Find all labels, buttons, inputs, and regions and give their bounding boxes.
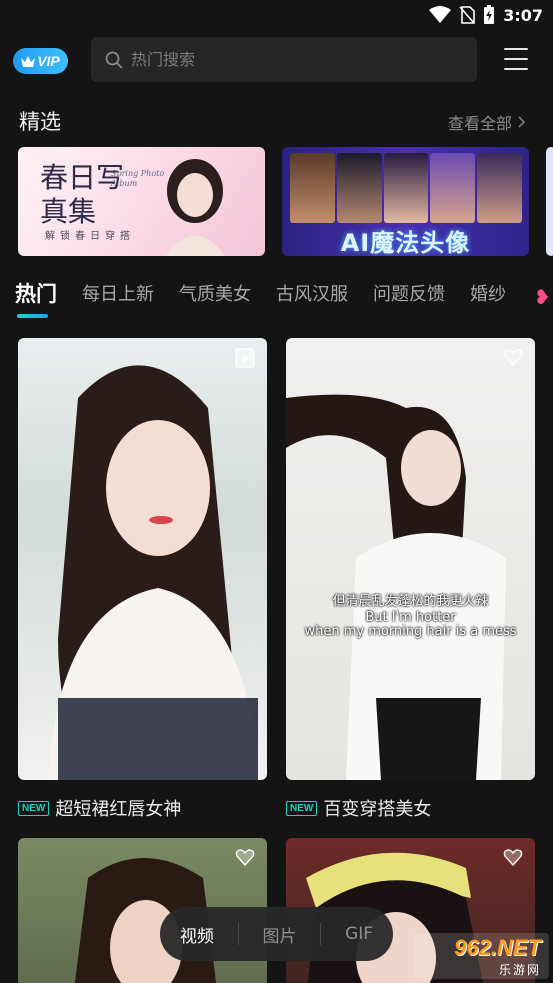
- card-caption: NEW 超短裙红唇女神: [18, 795, 181, 821]
- card-thumbnail: [18, 338, 267, 780]
- status-icons: 3:07: [429, 5, 543, 25]
- header: VIP: [0, 36, 553, 84]
- media-video-button[interactable]: 视频: [180, 922, 214, 947]
- banner-spring-subtitle: 解锁春日穿搭: [45, 231, 135, 242]
- tab-feedback[interactable]: 问题反馈: [373, 280, 445, 308]
- favorite-heart-icon[interactable]: [235, 848, 255, 868]
- media-image-button[interactable]: 图片: [262, 922, 296, 947]
- card-title[interactable]: 百变穿搭美女: [323, 795, 431, 821]
- content-card[interactable]: [18, 338, 267, 780]
- divider: [237, 923, 239, 945]
- ai-avatar-collage: [290, 153, 522, 223]
- media-gif-button[interactable]: GIF: [345, 924, 373, 944]
- category-tabs: 热门 每日上新 气质美女 古风汉服 问题反馈 婚纱: [15, 280, 531, 308]
- vip-label: VIP: [37, 53, 60, 69]
- chevron-right-icon: [518, 116, 525, 128]
- battery-charging-icon: [484, 5, 495, 24]
- crown-icon: [21, 55, 36, 67]
- tab-hot[interactable]: 热门: [15, 278, 57, 308]
- status-bar: 3:07: [0, 0, 553, 32]
- divider: [320, 923, 322, 945]
- banner-ai-avatar[interactable]: AI魔法头像: [282, 147, 529, 256]
- tab-wedding-dress[interactable]: 婚纱: [470, 280, 506, 308]
- clock: 3:07: [503, 5, 543, 25]
- vip-button[interactable]: VIP: [13, 48, 68, 74]
- watermark-logo: 962.NET: [454, 934, 541, 960]
- new-badge: NEW: [286, 800, 318, 816]
- search-bar[interactable]: [91, 37, 477, 82]
- menu-icon[interactable]: [504, 48, 528, 70]
- media-type-switch: 视频 图片 GIF: [160, 907, 393, 961]
- no-sim-icon: [459, 6, 476, 24]
- wifi-icon: [429, 6, 452, 23]
- card-title[interactable]: 超短裙红唇女神: [55, 795, 181, 821]
- tab-ancient-hanfu[interactable]: 古风汉服: [276, 280, 348, 308]
- video-subtitle-cn: 但清晨乱发蓬松的我更火辣: [332, 594, 489, 609]
- video-play-icon: [235, 348, 255, 368]
- video-subtitle-en-2: when my morning hair is a mess: [304, 624, 517, 639]
- view-all-label: 查看全部: [447, 114, 512, 133]
- banner-next-peek[interactable]: [546, 147, 553, 256]
- portrait-image: [48, 365, 258, 780]
- watermark-text: 乐游网: [498, 962, 541, 977]
- tab-daily-new[interactable]: 每日上新: [82, 280, 154, 308]
- video-subtitle-en-1: But I'm hotter: [365, 610, 456, 625]
- search-input[interactable]: [131, 50, 451, 69]
- search-icon: [105, 51, 123, 69]
- content-card[interactable]: 但清晨乱发蓬松的我更火辣 But I'm hotter when my morn…: [286, 338, 535, 780]
- featured-title: 精选: [19, 110, 61, 134]
- card-caption: NEW 百变穿搭美女: [286, 795, 431, 821]
- view-all-link[interactable]: 查看全部: [448, 110, 525, 134]
- portrait-image: [286, 394, 506, 780]
- favorite-heart-icon[interactable]: [503, 348, 523, 368]
- favorite-heart-icon[interactable]: [503, 848, 523, 868]
- heart-icon: ❥: [534, 285, 551, 309]
- new-badge: NEW: [18, 800, 50, 816]
- site-watermark: 962.NET 乐游网: [414, 933, 549, 979]
- banner-ai-title: AI魔法头像: [340, 229, 471, 256]
- card-thumbnail: 但清晨乱发蓬松的我更火辣 But I'm hotter when my morn…: [286, 338, 535, 780]
- active-tab-indicator: [17, 314, 48, 318]
- banner-portrait-image: [165, 159, 225, 256]
- tab-elegant-beauty[interactable]: 气质美女: [179, 280, 251, 308]
- banner-spring-album[interactable]: 春日写真集 Spring Photo Album 解锁春日穿搭: [18, 147, 265, 256]
